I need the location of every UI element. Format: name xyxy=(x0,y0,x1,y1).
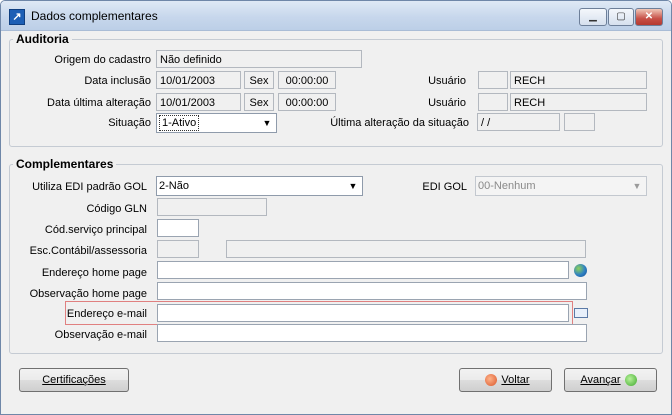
obs-email-field[interactable] xyxy=(157,324,587,342)
edi-gol-select: 00-Nenhum ▼ xyxy=(475,176,647,196)
origem-label: Origem do cadastro xyxy=(54,54,151,66)
certificacoes-label: Certificações xyxy=(42,374,106,386)
forward-arrow-icon xyxy=(624,374,637,387)
chevron-down-icon[interactable]: ▼ xyxy=(346,179,360,193)
globe-icon[interactable] xyxy=(574,264,587,277)
chevron-down-icon: ▼ xyxy=(632,181,642,191)
cod-servico-field[interactable] xyxy=(157,219,199,237)
edi-gol-value: 00-Nenhum xyxy=(478,180,536,192)
chevron-down-icon[interactable]: ▼ xyxy=(260,116,274,130)
window-title: Dados complementares xyxy=(31,9,158,23)
inclusao-time-field: 00:00:00 xyxy=(278,71,336,89)
edi-value: 2-Não xyxy=(159,180,189,192)
avancar-button[interactable]: Avançar xyxy=(564,368,657,392)
envelope-icon[interactable] xyxy=(574,308,588,318)
edi-gol-label: EDI GOL xyxy=(422,181,467,193)
complementares-title: Complementares xyxy=(13,157,117,171)
inclusao-day-field: Sex xyxy=(244,71,274,89)
alteracao-day-field: Sex xyxy=(244,93,274,111)
cod-servico-label: Cód.serviço principal xyxy=(44,224,147,236)
esc-contabil-label: Esc.Contábil/assessoria xyxy=(29,245,147,257)
voltar-label: Voltar xyxy=(501,374,530,386)
title-bar[interactable]: ↗ Dados complementares ▁ ▢ ✕ xyxy=(1,1,671,31)
usuario2-code-field xyxy=(478,93,508,111)
situacao-value: 1-Ativo xyxy=(159,115,200,131)
situacao-label: Situação xyxy=(108,117,151,129)
voltar-button[interactable]: Voltar xyxy=(459,368,552,392)
auditoria-title: Auditoria xyxy=(13,32,72,46)
email-label: Endereço e-mail xyxy=(66,308,147,320)
usuario1-name-field: RECH xyxy=(510,71,647,89)
obs-homepage-label: Observação home page xyxy=(29,288,147,300)
esc-name-field xyxy=(226,240,586,258)
esc-code-field xyxy=(157,240,199,258)
situacao-select[interactable]: 1-Ativo ▼ xyxy=(156,113,277,133)
alteracao-time-field: 00:00:00 xyxy=(278,93,336,111)
maximize-button[interactable]: ▢ xyxy=(608,8,634,26)
usuario2-name-field: RECH xyxy=(510,93,647,111)
avancar-label: Avançar xyxy=(580,374,621,386)
usuario-label-2: Usuário xyxy=(428,97,466,109)
alteracao-label: Data última alteração xyxy=(47,97,151,109)
app-icon: ↗ xyxy=(9,9,25,25)
usuario-label-1: Usuário xyxy=(428,75,466,87)
alteracao-date-field: 10/01/2003 xyxy=(156,93,241,111)
certificacoes-button[interactable]: Certificações xyxy=(19,368,129,392)
dialog-window: ↗ Dados complementares ▁ ▢ ✕ Auditoria O… xyxy=(0,0,672,415)
origem-field: Não definido xyxy=(156,50,362,68)
close-button[interactable]: ✕ xyxy=(635,8,663,26)
gln-label: Código GLN xyxy=(86,203,147,215)
inclusao-label: Data inclusão xyxy=(84,75,151,87)
obs-homepage-field[interactable] xyxy=(157,282,587,300)
email-field[interactable] xyxy=(157,304,569,322)
homepage-label: Endereço home page xyxy=(41,267,147,279)
minimize-button[interactable]: ▁ xyxy=(579,8,607,26)
back-arrow-icon xyxy=(485,374,498,387)
homepage-field[interactable] xyxy=(157,261,569,279)
ultima-alt-extra-field xyxy=(564,113,595,131)
edi-select[interactable]: 2-Não ▼ xyxy=(156,176,363,196)
ultima-alt-label: Última alteração da situação xyxy=(330,117,469,129)
edi-label: Utiliza EDI padrão GOL xyxy=(32,181,147,193)
usuario1-code-field xyxy=(478,71,508,89)
inclusao-date-field: 10/01/2003 xyxy=(156,71,241,89)
gln-field xyxy=(157,198,267,216)
ultima-alt-date-field: / / xyxy=(477,113,560,131)
obs-email-label: Observação e-mail xyxy=(54,329,147,341)
